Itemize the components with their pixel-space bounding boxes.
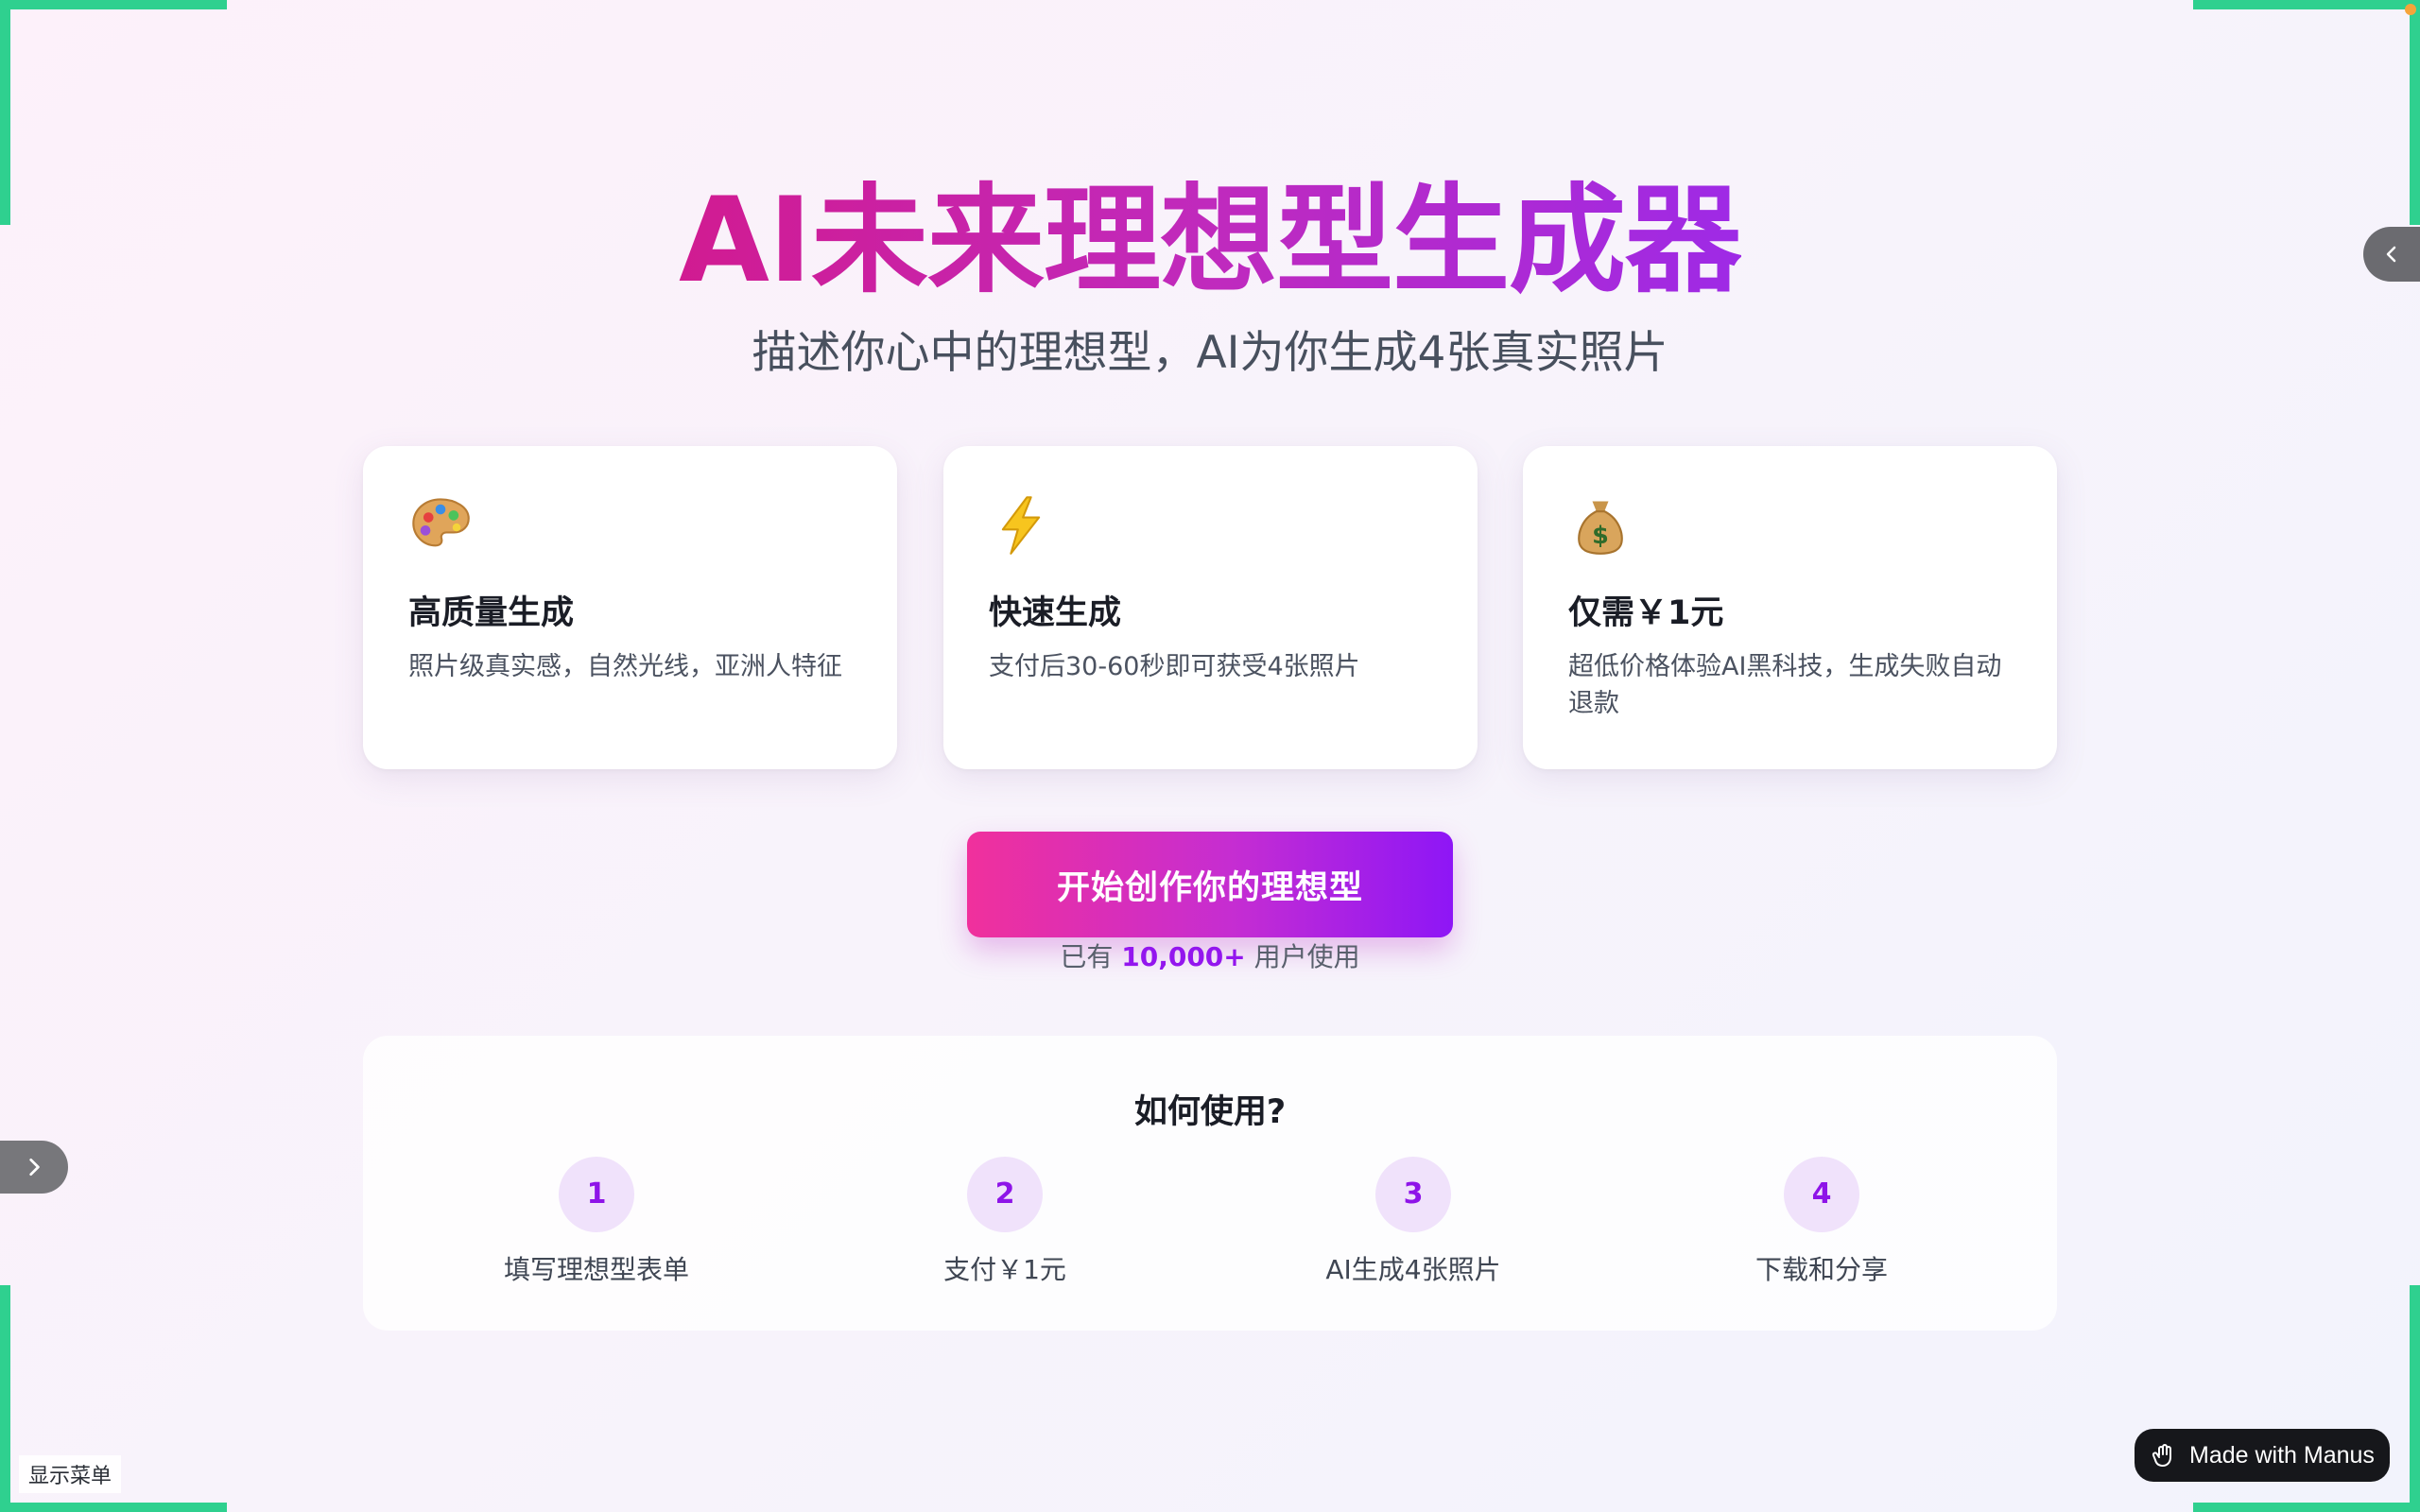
step-number: 3 bbox=[1375, 1157, 1451, 1232]
money-bag-icon: $ bbox=[1578, 501, 1623, 555]
collapse-panel-button[interactable] bbox=[2363, 227, 2420, 282]
feature-card-quality: 高质量生成 照片级真实感，自然光线，亚洲人特征 bbox=[363, 446, 897, 769]
user-count-prefix: 已有 bbox=[1060, 941, 1114, 972]
made-with-manus-badge[interactable]: Made with Manus bbox=[2135, 1429, 2390, 1482]
step-label: AI生成4张照片 bbox=[1325, 1254, 1501, 1285]
feature-description: 支付后30-60秒即可获受4张照片 bbox=[989, 652, 1360, 681]
feature-card-price: $ 仅需￥1元 超低价格体验AI黑科技，生成失败自动退款 bbox=[1523, 446, 2057, 769]
how-to-use-title: 如何使用? bbox=[1133, 1093, 1287, 1131]
show-menu-button[interactable]: 显示菜单 bbox=[19, 1455, 122, 1493]
how-to-use-panel: 如何使用? 1 填写理想型表单 2 支付￥1元 3 AI生成4张照片 4 下载和… bbox=[363, 1036, 2057, 1331]
user-count-suffix: 用户使用 bbox=[1253, 941, 1360, 972]
page-subtitle: 描述你心中的理想型，AI为你生成4张真实照片 bbox=[752, 327, 1668, 379]
chevron-right-icon bbox=[29, 1158, 40, 1177]
palette-icon bbox=[412, 498, 470, 547]
feature-title: 仅需￥1元 bbox=[1568, 594, 1724, 632]
feature-card-speed: 快速生成 支付后30-60秒即可获受4张照片 bbox=[943, 446, 1478, 769]
feature-description: 超低价格体验AI黑科技，生成失败自动退款 bbox=[1568, 652, 2002, 718]
expand-panel-button[interactable] bbox=[0, 1141, 68, 1194]
user-count-value: 10,000+ bbox=[1121, 941, 1246, 972]
feature-description: 照片级真实感，自然光线，亚洲人特征 bbox=[408, 652, 842, 681]
page-title: AI未来理想型生成器 bbox=[678, 173, 1742, 309]
step-label: 填写理想型表单 bbox=[503, 1254, 689, 1285]
step-item: 4 下载和分享 bbox=[1680, 1157, 1963, 1287]
feature-title: 高质量生成 bbox=[408, 594, 575, 632]
step-label: 下载和分享 bbox=[1754, 1254, 1888, 1285]
feature-title: 快速生成 bbox=[989, 594, 1122, 632]
frame-corner-bottom-right bbox=[2193, 1503, 2420, 1512]
step-number: 2 bbox=[967, 1157, 1043, 1232]
manus-hand-icon bbox=[2152, 1444, 2171, 1467]
step-number: 1 bbox=[559, 1157, 634, 1232]
step-number: 4 bbox=[1784, 1157, 1859, 1232]
step-item: 1 填写理想型表单 bbox=[455, 1157, 738, 1287]
frame-corner-top-left bbox=[0, 0, 227, 9]
user-count-line: 已有 10,000+ 用户使用 bbox=[0, 937, 2420, 977]
start-create-button[interactable]: 开始创作你的理想型 bbox=[967, 832, 1453, 937]
frame-corner-bottom-right bbox=[2410, 1285, 2420, 1512]
chevron-left-icon bbox=[2386, 246, 2396, 263]
badge-label: Made with Manus bbox=[2189, 1441, 2375, 1469]
step-item: 2 支付￥1元 bbox=[863, 1157, 1147, 1287]
step-label: 支付￥1元 bbox=[943, 1254, 1066, 1285]
frame-corner-top-right bbox=[2193, 0, 2420, 9]
lightning-icon bbox=[1001, 496, 1041, 555]
svg-text:$: $ bbox=[1592, 522, 1609, 550]
step-item: 3 AI生成4张照片 bbox=[1271, 1157, 1555, 1287]
frame-corner-bottom-left bbox=[0, 1503, 227, 1512]
status-dot bbox=[2405, 4, 2416, 15]
frame-corner-bottom-left bbox=[0, 1285, 10, 1512]
